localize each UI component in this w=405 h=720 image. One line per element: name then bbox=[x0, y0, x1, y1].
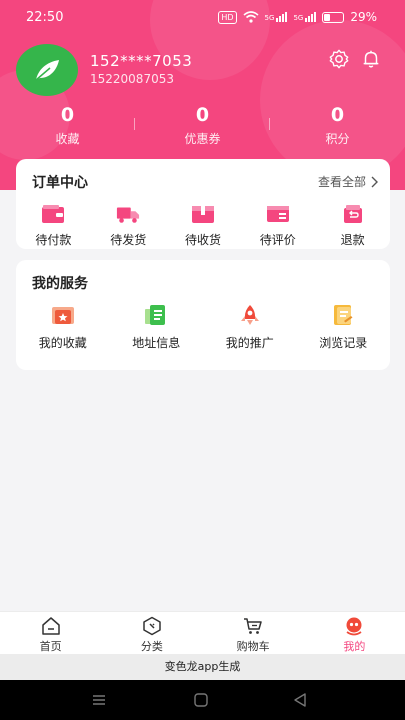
order-pending-payment[interactable]: 待付款 bbox=[16, 203, 91, 248]
stat-favorites[interactable]: 0 收藏 bbox=[0, 104, 135, 152]
stat-value: 0 bbox=[330, 104, 345, 126]
nav-label: 分类 bbox=[140, 640, 163, 653]
order-center-title: 订单中心 bbox=[32, 175, 88, 191]
signal-2-label: 5G bbox=[293, 14, 304, 22]
view-all-label: 查看全部 bbox=[317, 175, 366, 189]
stats-row: 0 收藏 0 优惠券 0 积分 bbox=[0, 104, 405, 152]
profile-icon bbox=[346, 617, 362, 636]
nav-label: 我的 bbox=[343, 640, 366, 653]
nav-label: 购物车 bbox=[236, 640, 270, 653]
order-item-label: 待付款 bbox=[35, 233, 72, 247]
services-grid: 我的收藏 地址信息 我的推广 浏览记录 bbox=[16, 304, 390, 351]
my-services-title: 我的服务 bbox=[32, 276, 88, 292]
app-generator-credit: 变色龙app生成 bbox=[0, 654, 405, 680]
nav-home[interactable]: 首页 bbox=[0, 612, 101, 654]
home-icon bbox=[41, 617, 60, 635]
category-icon bbox=[143, 616, 161, 636]
order-item-label: 待评价 bbox=[259, 233, 296, 247]
status-time: 22:50 bbox=[26, 10, 64, 25]
battery-icon bbox=[322, 11, 345, 23]
stat-label: 积分 bbox=[325, 132, 350, 146]
stat-coupons[interactable]: 0 优惠券 bbox=[135, 104, 270, 152]
order-item-label: 退款 bbox=[340, 233, 365, 247]
back-icon[interactable] bbox=[292, 692, 308, 708]
wallet-icon bbox=[42, 205, 65, 223]
my-services-card: 我的服务 我的收藏 地址信息 我的推广 浏览记录 bbox=[16, 260, 390, 370]
order-pending-review[interactable]: 待评价 bbox=[240, 203, 315, 248]
address-doc-icon bbox=[145, 305, 166, 325]
service-label: 浏览记录 bbox=[319, 336, 368, 350]
status-indicators: HD 5G 5G 29% bbox=[218, 10, 377, 24]
service-address[interactable]: 地址信息 bbox=[110, 304, 204, 351]
chevron-right-icon bbox=[371, 176, 378, 187]
service-history[interactable]: 浏览记录 bbox=[297, 304, 391, 351]
review-icon bbox=[266, 206, 289, 222]
bell-icon[interactable] bbox=[360, 48, 382, 70]
history-icon bbox=[334, 305, 353, 325]
service-label: 我的推广 bbox=[225, 336, 274, 350]
nav-profile[interactable]: 我的 bbox=[304, 612, 405, 654]
service-promotion[interactable]: 我的推广 bbox=[203, 304, 297, 351]
truck-icon bbox=[117, 207, 140, 223]
order-status-grid: 待付款 待发货 待收货 待评价 退款 bbox=[16, 203, 390, 248]
battery-percent: 29% bbox=[350, 10, 377, 24]
nav-label: 首页 bbox=[39, 640, 62, 653]
stat-value: 0 bbox=[60, 104, 75, 126]
order-item-label: 待发货 bbox=[110, 233, 147, 247]
order-center-card: 订单中心 查看全部 待付款 待发货 待收货 待评价 退款 bbox=[16, 159, 390, 249]
order-pending-receipt[interactable]: 待收货 bbox=[166, 203, 241, 248]
stat-value: 0 bbox=[195, 104, 210, 126]
signal-1-label: 5G bbox=[264, 14, 275, 22]
star-folder-icon bbox=[51, 307, 74, 324]
avatar[interactable] bbox=[16, 44, 78, 96]
nav-cart[interactable]: 购物车 bbox=[203, 612, 304, 654]
gear-icon[interactable] bbox=[328, 48, 350, 70]
nav-category[interactable]: 分类 bbox=[101, 612, 202, 654]
feather-icon bbox=[35, 60, 59, 81]
status-bar: 22:50 HD 5G 5G 29% bbox=[0, 0, 405, 36]
view-all-orders-link[interactable]: 查看全部 bbox=[318, 173, 378, 190]
order-item-label: 待收货 bbox=[184, 233, 221, 247]
signal-1-icon: 5G bbox=[265, 12, 288, 22]
cart-icon bbox=[244, 618, 262, 634]
refund-icon bbox=[343, 205, 362, 223]
package-icon bbox=[191, 206, 214, 223]
decor-bubble bbox=[260, 20, 405, 180]
bottom-nav: 首页 分类 购物车 我的 bbox=[0, 611, 405, 654]
home-square-icon[interactable] bbox=[193, 692, 209, 708]
stat-points[interactable]: 0 积分 bbox=[270, 104, 405, 152]
order-pending-shipment[interactable]: 待发货 bbox=[91, 203, 166, 248]
service-label: 地址信息 bbox=[132, 336, 181, 350]
signal-2-icon: 5G bbox=[293, 12, 317, 22]
order-refund[interactable]: 退款 bbox=[315, 203, 390, 248]
rocket-icon bbox=[240, 305, 259, 325]
profile-name: 152****7053 bbox=[90, 52, 193, 70]
service-label: 我的收藏 bbox=[38, 336, 87, 350]
menu-icon[interactable] bbox=[91, 692, 107, 708]
profile-phone: 15220087053 bbox=[90, 72, 174, 86]
stat-label: 收藏 bbox=[55, 132, 80, 146]
wifi-icon bbox=[243, 11, 259, 23]
service-favorites[interactable]: 我的收藏 bbox=[16, 304, 110, 351]
stat-label: 优惠券 bbox=[184, 132, 221, 146]
hd-badge: HD bbox=[218, 10, 237, 24]
system-nav-bar bbox=[0, 680, 405, 720]
